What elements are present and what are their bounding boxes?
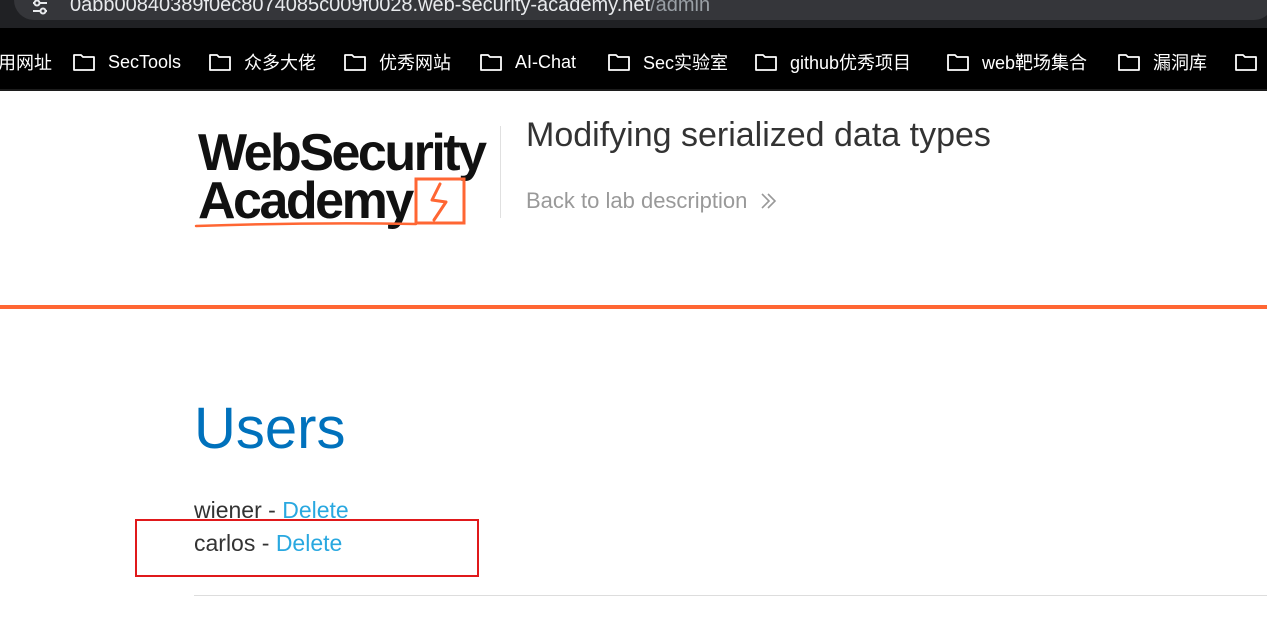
- content-divider: [194, 595, 1267, 596]
- folder-icon: [755, 54, 777, 71]
- url-host: 0abb00840389f0ec8074085c009f0028.web-sec…: [70, 0, 651, 16]
- bookmark-item[interactable]: 用网址: [0, 50, 52, 74]
- bookmark-label: SecTools: [108, 51, 182, 72]
- academy-lightning-icon: [414, 177, 466, 225]
- double-chevron-right-icon: [761, 193, 777, 209]
- logo-line-2: Academy: [198, 172, 414, 230]
- folder-icon: [73, 54, 95, 71]
- header-accent-rule: [0, 305, 1267, 309]
- bookmark-label: 漏洞库: [1153, 53, 1207, 73]
- bookmark-folder[interactable]: github优秀项目: [754, 50, 911, 74]
- bookmark-label: AI-Chat: [515, 51, 577, 72]
- lab-title: Modifying serialized data types: [526, 116, 991, 154]
- folder-icon: [1118, 54, 1140, 71]
- bookmark-label: 优秀网站: [379, 53, 451, 73]
- folder-icon: [344, 54, 366, 71]
- folder-icon: [209, 54, 231, 71]
- bookmark-folder[interactable]: 众多大佬: [208, 50, 316, 74]
- address-bar: 0abb00840389f0ec8074085c009f0028.web-sec…: [0, 0, 1267, 28]
- annotation-highlight-box: [135, 519, 479, 577]
- folder-icon: [608, 54, 630, 71]
- bookmark-folder-sectools[interactable]: SecTools: [72, 50, 181, 74]
- back-to-lab-description-link[interactable]: Back to lab description: [526, 188, 779, 214]
- bookmark-label: 用网址: [0, 53, 52, 73]
- bookmark-folder-ai-chat[interactable]: AI-Chat: [479, 50, 576, 74]
- folder-icon: [947, 54, 969, 71]
- bookmark-folder[interactable]: 漏洞库: [1117, 50, 1207, 74]
- back-link-label: Back to lab description: [526, 188, 748, 213]
- url-text[interactable]: 0abb00840389f0ec8074085c009f0028.web-sec…: [70, 0, 710, 17]
- bookmark-folder[interactable]: [1234, 50, 1267, 74]
- bookmark-label: 众多大佬: [244, 53, 316, 73]
- bookmark-label: github优秀项目: [790, 53, 912, 73]
- bookmark-folder[interactable]: Sec实验室: [607, 50, 728, 74]
- bookmark-label: web靶场集合: [982, 53, 1088, 73]
- bookmark-folder[interactable]: web靶场集合: [946, 50, 1087, 74]
- bookmarks-bar: 用网址 SecTools 众多大佬 优秀网站 AI-Chat Sec实验室 gi…: [0, 28, 1267, 91]
- web-security-academy-logo[interactable]: WebSecurity Academy: [194, 122, 498, 232]
- header-divider: [500, 126, 501, 218]
- users-heading: Users: [194, 396, 346, 461]
- bookmark-label: Sec实验室: [643, 53, 729, 73]
- bookmark-folder[interactable]: 优秀网站: [343, 50, 451, 74]
- site-info-icon[interactable]: [30, 0, 50, 18]
- url-path: /admin: [650, 0, 711, 16]
- folder-icon: [1235, 54, 1257, 71]
- folder-icon: [480, 54, 502, 71]
